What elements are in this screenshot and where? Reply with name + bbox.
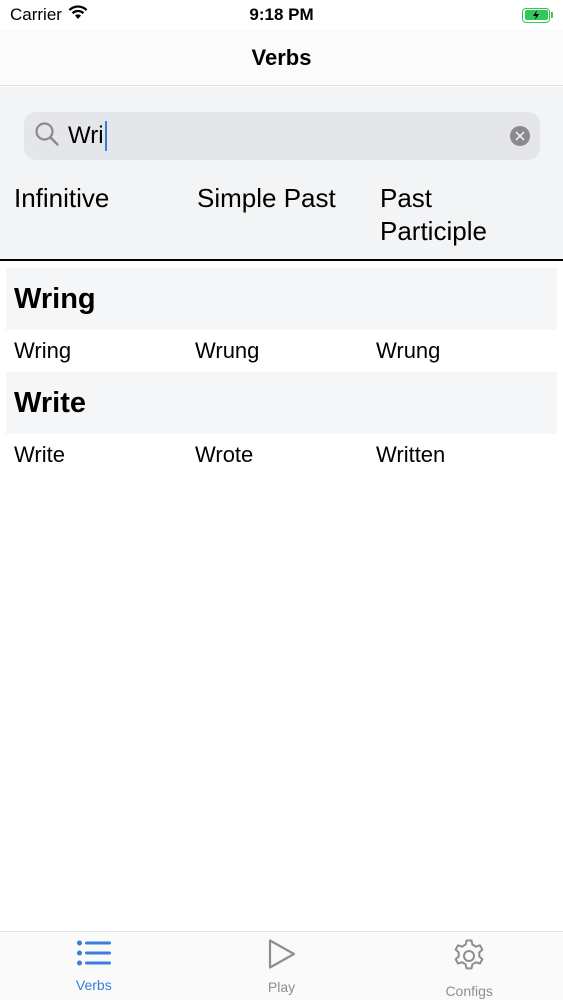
clear-search-button[interactable] (510, 126, 530, 146)
verbs-screen: Carrier 9:18 PM Verbs Wri Infinitive Sim… (0, 0, 563, 1000)
status-left: Carrier (10, 5, 88, 25)
tab-play[interactable]: Play (188, 932, 376, 1000)
navigation-bar: Verbs (0, 30, 563, 86)
column-headers: Infinitive Simple Past Past Participle (0, 182, 563, 248)
status-bar: Carrier 9:18 PM (0, 0, 563, 30)
column-header-infinitive: Infinitive (14, 183, 110, 213)
table-row[interactable]: Write Wrote Written (6, 434, 557, 476)
tab-configs[interactable]: Configs (375, 932, 563, 1000)
column-header-past-participle: Past Participle (380, 183, 487, 246)
search-input[interactable]: Wri (24, 112, 540, 160)
cell-infinitive: Write (14, 442, 65, 467)
section-header: Write (6, 372, 557, 434)
tab-bar: Verbs Play Configs (0, 931, 563, 1000)
carrier-label: Carrier (10, 5, 62, 24)
search-input-text: Wri (68, 121, 107, 151)
status-time: 9:18 PM (249, 5, 314, 24)
search-header-area: Wri Infinitive Simple Past Past Particip… (0, 87, 563, 261)
cell-past-participle: Written (376, 442, 446, 467)
wifi-icon (68, 5, 88, 25)
verbs-table: Wring Wring Wrung Wrung Write Write Wrot… (6, 268, 557, 476)
search-icon (34, 121, 60, 152)
cell-simple-past: Wrote (195, 442, 254, 467)
gear-icon (451, 938, 487, 979)
list-icon (76, 938, 112, 973)
close-icon (515, 131, 525, 141)
page-title: Verbs (251, 44, 312, 70)
tab-label: Play (267, 979, 296, 995)
battery-icon (522, 7, 553, 23)
text-caret (104, 121, 107, 151)
search-input-value: Wri (68, 122, 104, 149)
tab-label: Verbs (75, 977, 112, 993)
column-header-simple-past: Simple Past (197, 183, 336, 213)
cell-simple-past: Wrung (195, 338, 260, 363)
table-row[interactable]: Wring Wrung Wrung (6, 330, 557, 372)
tab-label: Configs (445, 983, 493, 999)
tab-verbs[interactable]: Verbs (0, 932, 188, 1000)
section-header: Wring (6, 268, 557, 330)
cell-infinitive: Wring (14, 338, 72, 363)
play-icon (267, 938, 297, 975)
cell-past-participle: Wrung (376, 338, 441, 363)
